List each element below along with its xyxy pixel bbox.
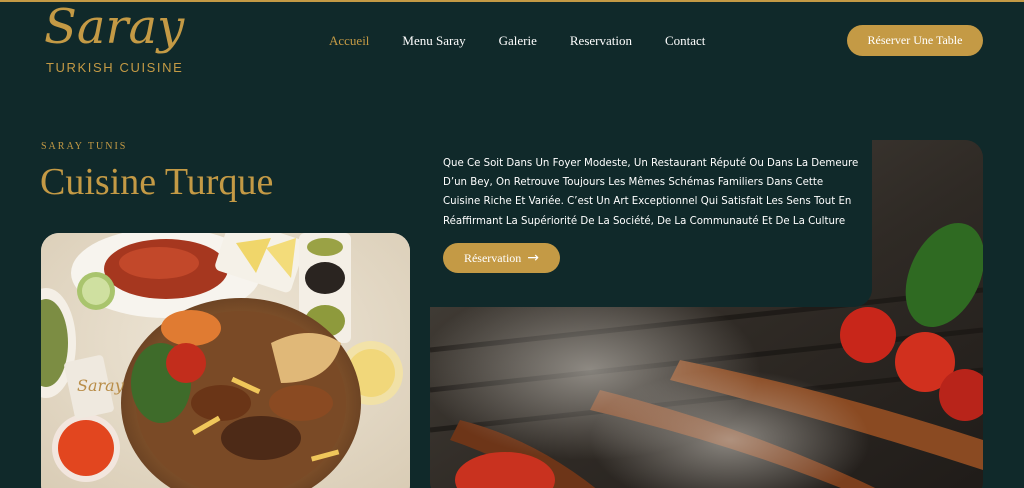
logo-script-text: Saray [44,0,185,55]
nav-item-accueil[interactable]: Accueil [329,33,369,49]
arrow-right-icon: → [527,250,540,266]
nav-item-contact[interactable]: Contact [665,33,705,49]
logo-subtitle: TURKISH CUISINE [46,60,184,75]
nav-item-reservation[interactable]: Reservation [570,33,632,49]
hero-title: Cuisine Turque [40,161,274,203]
hero-description: Que Ce Soit Dans Un Foyer Modeste, Un Re… [443,158,859,227]
reserve-table-button[interactable]: Réserver Une Table [847,25,983,56]
nav-item-galerie[interactable]: Galerie [499,33,537,49]
reservation-button-label: Réservation [463,250,522,265]
platter-card-logo: Saray [77,376,125,395]
hero-eyebrow: SARAY TUNIS [41,141,128,152]
food-platter-image: Saray [41,233,410,488]
nav-item-menu-saray[interactable]: Menu Saray [402,33,465,49]
logo[interactable]: Saray TURKISH CUISINE [44,0,194,77]
main-nav: Accueil Menu Saray Galerie Reservation C… [329,33,738,49]
reservation-button[interactable]: Réservation → [443,243,560,273]
